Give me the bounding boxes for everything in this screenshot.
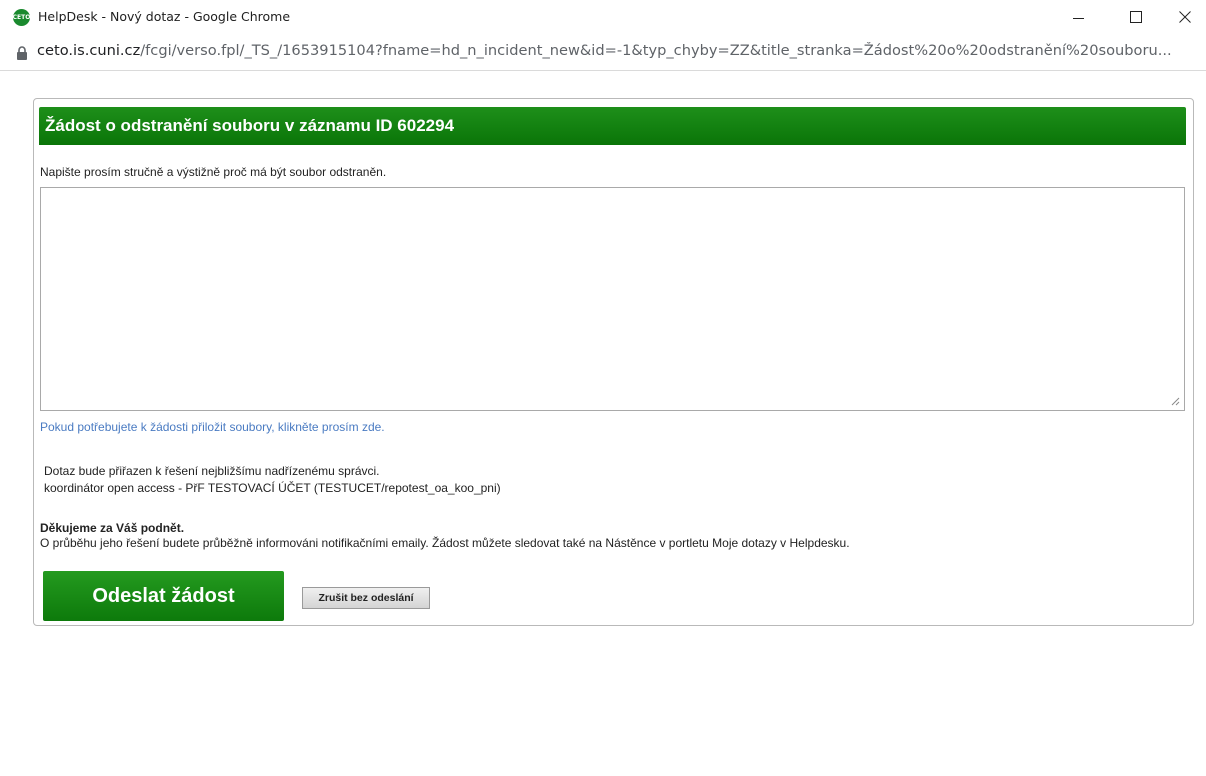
- form-title: Žádost o odstranění souboru v záznamu ID…: [45, 116, 455, 135]
- thanks-text: O průběhu jeho řešení budete průběžně in…: [40, 536, 850, 550]
- title-bar: CETO HelpDesk - Nový dotaz - Google Chro…: [0, 0, 1206, 34]
- assignment-line: Dotaz bude přiřazen k řešení nejbližšímu…: [44, 464, 380, 478]
- resize-grip-icon[interactable]: [1170, 396, 1180, 406]
- form-header: Žádost o odstranění souboru v záznamu ID…: [39, 107, 1186, 145]
- instruction-text: Napište prosím stručně a výstižně proč m…: [40, 165, 387, 179]
- url-text[interactable]: ceto.is.cuni.cz/fcgi/verso.fpl/_TS_/1653…: [37, 42, 1199, 59]
- assignment-info: Dotaz bude přiřazen k řešení nejbližšímu…: [44, 463, 501, 497]
- submit-request-button[interactable]: Odeslat žádost: [43, 571, 284, 621]
- attach-files-link[interactable]: Pokud potřebujete k žádosti přiložit sou…: [40, 420, 385, 434]
- browser-window: CETO HelpDesk - Nový dotaz - Google Chro…: [0, 0, 1206, 776]
- ceto-logo-icon: CETO: [13, 9, 30, 26]
- lock-icon: [17, 46, 27, 60]
- window-title: HelpDesk - Nový dotaz - Google Chrome: [38, 9, 291, 24]
- thanks-heading: Děkujeme za Váš podnět.: [40, 521, 185, 535]
- assignment-coordinator: koordinátor open access - PřF TESTOVACÍ …: [44, 481, 501, 495]
- close-button[interactable]: [1162, 0, 1206, 34]
- reason-textarea[interactable]: [40, 187, 1185, 411]
- url-path: /fcgi/verso.fpl/_TS_/1653915104?fname=hd…: [140, 42, 1172, 59]
- minimize-icon: [1072, 18, 1084, 19]
- maximize-button[interactable]: [1113, 0, 1159, 34]
- request-form-panel: Žádost o odstranění souboru v záznamu ID…: [33, 98, 1194, 626]
- maximize-icon: [1130, 11, 1142, 23]
- close-icon: [1179, 11, 1191, 23]
- cancel-button[interactable]: Zrušit bez odeslání: [302, 587, 430, 609]
- url-host: ceto.is.cuni.cz: [37, 42, 141, 59]
- address-bar[interactable]: ceto.is.cuni.cz/fcgi/verso.fpl/_TS_/1653…: [0, 34, 1206, 71]
- minimize-button[interactable]: [1055, 0, 1101, 34]
